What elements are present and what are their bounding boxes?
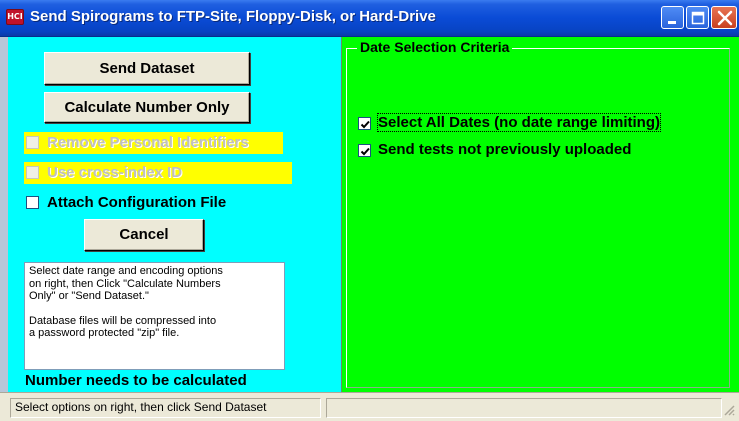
checkbox-label: Attach Configuration File (47, 194, 227, 211)
checkbox-label: Use cross-index ID (47, 164, 183, 181)
date-selection-group (346, 48, 730, 388)
checkbox-box[interactable] (26, 166, 39, 179)
attach-configuration-file-checkbox[interactable]: Attach Configuration File (24, 192, 254, 214)
window-left-edge (0, 37, 8, 392)
status-pane (326, 398, 722, 418)
info-line: on right, then Click "Calculate Numbers (29, 277, 221, 290)
checkbox-label: Send tests not previously uploaded (378, 141, 632, 158)
date-selection-panel: Date Selection Criteria Select All Dates… (341, 37, 739, 392)
group-title: Date Selection Criteria (357, 39, 513, 55)
calculation-status-label: Number needs to be calculated (25, 372, 247, 389)
calculate-number-only-button[interactable]: Calculate Number Only (44, 92, 250, 123)
close-button[interactable] (711, 6, 737, 29)
title-bar[interactable]: HCI Send Spirograms to FTP-Site, Floppy-… (0, 0, 739, 37)
window-title: Send Spirograms to FTP-Site, Floppy-Disk… (30, 8, 436, 25)
info-line: a password protected "zip" file. (29, 327, 180, 339)
remove-personal-identifiers-checkbox[interactable]: Remove Personal Identifiers (24, 132, 283, 154)
checkbox-label: Remove Personal Identifiers (47, 134, 249, 151)
info-line: Database files will be compressed into (29, 314, 217, 327)
instructions-text-box: Select date range and encoding options o… (24, 262, 285, 370)
resize-grip-icon[interactable] (722, 403, 736, 417)
minimize-button[interactable] (661, 6, 684, 29)
minimize-icon (668, 21, 676, 24)
info-line: Only" or "Send Dataset." (29, 290, 149, 302)
status-bar: Select options on right, then click Send… (0, 392, 739, 421)
close-icon (717, 10, 733, 26)
checkmark-icon (360, 147, 370, 156)
checkbox-box[interactable] (26, 136, 39, 149)
status-message: Select options on right, then click Send… (10, 398, 321, 418)
checkbox-box[interactable] (358, 117, 371, 130)
cancel-button[interactable]: Cancel (84, 219, 204, 251)
maximize-icon (691, 11, 705, 25)
checkmark-icon (360, 120, 370, 129)
checkbox-box[interactable] (358, 144, 371, 157)
checkbox-label: Select All Dates (no date range limiting… (377, 113, 661, 132)
info-line: Select date range and encoding options (29, 265, 223, 277)
checkbox-box[interactable] (26, 196, 39, 209)
send-dataset-button[interactable]: Send Dataset (44, 52, 250, 85)
maximize-button[interactable] (686, 6, 709, 29)
app-icon[interactable]: HCI (6, 9, 24, 25)
use-cross-index-id-checkbox[interactable]: Use cross-index ID (24, 162, 292, 184)
